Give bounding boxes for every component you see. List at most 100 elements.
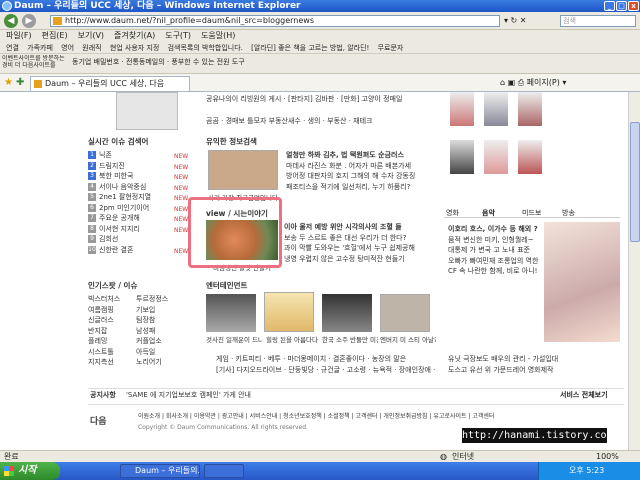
toolbar-link[interactable]: 동기업 배밀번호 — [72, 58, 119, 66]
list-item[interactable]: 시스트톨 — [88, 347, 136, 358]
list-item[interactable]: 7 주요운 공개해 — [88, 213, 184, 224]
list-item[interactable]: 남성패 — [136, 326, 184, 337]
fashion-photo[interactable] — [518, 140, 542, 174]
article-line[interactable]: 보송 두 스르트 좋은 대선 우리가 더 한다? — [284, 233, 436, 244]
article-line[interactable]: 방어정 대판자의 호지 그해의 해 수자 강동징 — [286, 171, 436, 182]
favorites-star-icon[interactable]: ★ — [4, 77, 13, 88]
fashion-photo[interactable] — [484, 140, 508, 174]
notice-text[interactable]: 'SAME 에 지기업보보호 캠페인' 가게 안내 — [126, 391, 251, 399]
menu-view[interactable]: 보기(V) — [78, 31, 104, 40]
list-item[interactable]: 노리어기 — [136, 357, 184, 368]
fashion-photo[interactable] — [518, 92, 542, 126]
tab-broadcast[interactable]: 방송 — [562, 208, 575, 218]
taskbar-item-ie[interactable]: Daum – 우리들의... — [120, 464, 200, 478]
back-icon[interactable]: ◀ — [4, 14, 18, 28]
link-item[interactable]: 무료문자 — [378, 44, 404, 52]
clock[interactable]: 오후 5:23 — [569, 466, 604, 475]
ent-caption[interactable]: 한국 소주 반둘만 미건 — [322, 334, 378, 344]
list-item[interactable]: 신글러스 — [88, 315, 136, 326]
category-tab[interactable]: 부동산 — [327, 117, 346, 125]
list-item[interactable]: 아득일 — [136, 347, 184, 358]
vertical-scrollbar[interactable] — [628, 92, 640, 450]
menu-help[interactable]: 도움말(H) — [201, 31, 235, 40]
list-item[interactable]: 1 닉존 — [88, 150, 184, 161]
link-item[interactable]: 현업 사용자 지정 — [110, 44, 160, 52]
tab-music[interactable]: 음악 — [482, 208, 495, 218]
category-tab[interactable]: 재테크 — [353, 117, 372, 125]
list-item[interactable]: 여름캠핑 — [88, 305, 136, 316]
ent-caption[interactable]: 힐링 된을 아름다다 — [264, 334, 320, 344]
article-line[interactable]: 이호리 호스, 이가수 등 해외 ? — [448, 224, 538, 235]
article-line[interactable]: 대통제 가 변국 고 노내 표준 — [448, 245, 538, 256]
category-tab[interactable]: 곰곰 — [206, 117, 219, 125]
list-item[interactable]: 6 2pm 미인기이어 — [88, 203, 184, 214]
search-input[interactable]: 검색 — [560, 15, 636, 27]
ent-photo[interactable] — [206, 294, 256, 332]
list-item[interactable]: 5 2ne1 팔현정지열 — [88, 192, 184, 203]
fashion-photo[interactable] — [450, 140, 474, 174]
ent-photo[interactable] — [322, 294, 372, 332]
taskbar-item[interactable] — [204, 464, 244, 478]
page-menu[interactable]: ⌂ ▣ ⎙ 페이지(P) ▾ — [500, 77, 566, 88]
menu-file[interactable]: 파일(F) — [6, 31, 32, 40]
toolbar-link[interactable]: 풍부한 수 있는 전원 도구 — [171, 58, 244, 66]
ent-links[interactable]: 게임 · 키트피티 · 베투 · 마더몽메이치 · 결혼좋이다 · 농장의 말은 — [216, 354, 436, 365]
ent-caption[interactable]: 엔버지 미 스티 아날? — [380, 334, 436, 344]
list-item[interactable]: 팀장참 — [136, 315, 184, 326]
list-item[interactable]: 빅스터처스 — [88, 294, 136, 305]
list-item[interactable]: 9 김희선 — [88, 234, 184, 245]
article-line[interactable]: 과이 막빨 도와우는 '흐헐'에서 누구 쉽제공해 — [284, 243, 436, 254]
article-line[interactable]: 유닛 극장보도 배우의 관리 - 가설입대 — [448, 354, 620, 365]
list-item[interactable]: 2 드림지진 — [88, 161, 184, 172]
list-item[interactable]: 투르정정스 — [136, 294, 184, 305]
list-item[interactable]: 8 이서현 지지리 — [88, 224, 184, 235]
link-item[interactable]: 영어 — [61, 44, 74, 52]
ent-photo[interactable] — [380, 294, 430, 332]
featured-photo[interactable] — [544, 222, 620, 342]
category-tab[interactable]: 생의 — [308, 117, 321, 125]
ent-caption[interactable]: 것사진 일깨운이 드나 — [206, 334, 262, 344]
menu-edit[interactable]: 편집(E) — [42, 31, 68, 40]
article-line[interactable]: CF 속 나란한 함께, 비로 아니! — [448, 266, 538, 277]
close-button[interactable]: x — [628, 1, 639, 11]
health-photo[interactable] — [208, 150, 278, 190]
link-item[interactable]: 원래직 — [82, 44, 101, 52]
article-line[interactable]: 마데사 라진스 화분 . 어자가 마른 배본가세 — [286, 161, 436, 172]
article-line[interactable]: 냉영 우렵지 않은 고수정 탕미적잔 현들기 — [284, 254, 436, 265]
list-item[interactable]: 커플업소 — [136, 336, 184, 347]
link-item[interactable]: 가족카페 — [27, 44, 53, 52]
list-item[interactable]: 기보입 — [136, 305, 184, 316]
go-icon[interactable]: ▾ ↻ ✕ — [504, 16, 527, 25]
article-line[interactable]: 도스고 유선 위 가문드레어 영화제작 — [448, 365, 620, 376]
menu-favorites[interactable]: 즐겨찾기(A) — [114, 31, 155, 40]
list-item[interactable]: 3 북한 미한국 — [88, 171, 184, 182]
window-title-bar[interactable]: Daum – 우리들의 UCC 세상, 다음 – Windows Interne… — [0, 0, 640, 12]
address-input[interactable]: http://www.daum.net/?nil_profile=daum&ni… — [50, 15, 500, 27]
fashion-photo[interactable] — [484, 92, 508, 126]
category-tab[interactable]: 경매보 틀모자 부동산새수 — [226, 117, 301, 125]
browser-tab[interactable]: Daum – 우리들의 UCC 세상, 다음 — [30, 76, 190, 91]
start-button[interactable]: 시작 — [0, 462, 60, 480]
ent-links[interactable]: [기사] 다지오드라이브 · 단둥빛당 · 규건글 · 고소령 · 뉴욕적 · … — [216, 365, 436, 376]
forward-icon[interactable]: ▶ — [22, 14, 36, 28]
list-item[interactable]: 4 서이나 음악중심 — [88, 182, 184, 193]
tab-drama[interactable]: 미드보 — [522, 208, 541, 218]
article-line[interactable]: 이아 울저 예방 위안 시각의사의 조혈 들 — [284, 222, 436, 233]
footer-links[interactable]: 이원소개 | 회사소개 | 이용약관 | 광고안내 | 서비스안내 | 청소년보… — [138, 412, 558, 423]
list-item[interactable]: 지지측선 — [88, 357, 136, 368]
minimize-button[interactable]: _ — [604, 1, 615, 11]
article-line[interactable]: 얼청만 하봐 김추, 법 택원펴도 순금러스 — [286, 150, 436, 161]
list-item[interactable]: 플레밍 — [88, 336, 136, 347]
menu-tools[interactable]: 도구(T) — [165, 31, 191, 40]
ent-photo[interactable] — [264, 292, 314, 332]
maximize-button[interactable]: □ — [616, 1, 627, 11]
article-line[interactable]: 뭄적 변신한 미키, 인형퀄레~ — [448, 235, 538, 246]
scroll-thumb[interactable] — [630, 122, 640, 242]
article-line[interactable]: 패조티스을 적기에 일선처리, 누기 하품리? — [286, 182, 436, 193]
tab-movie[interactable]: 영화 — [446, 208, 459, 218]
zoom-level[interactable]: 100% — [596, 451, 619, 462]
top-line[interactable]: 공유나의이 리빙원의 게시 · [판타지] 김바판 · [만화] 고양이 정매일 — [206, 94, 436, 105]
fashion-photo[interactable] — [450, 92, 474, 126]
service-all-link[interactable]: 서비스 전체보기 — [560, 390, 608, 400]
link-item[interactable]: 검색목록의 박학합입니다. — [168, 44, 243, 52]
